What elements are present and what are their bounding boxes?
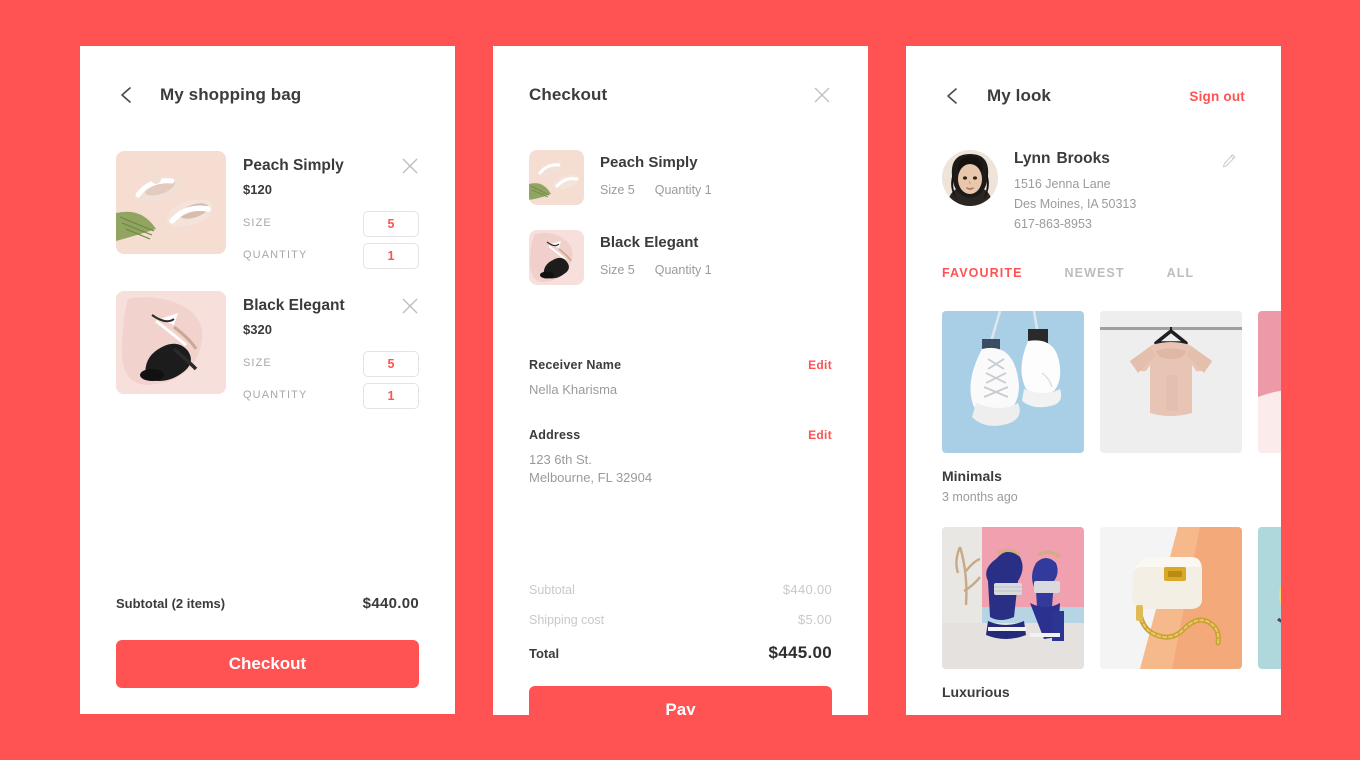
quantity-label: QUANTITY	[243, 249, 308, 261]
quantity-input[interactable]: 1	[363, 243, 419, 269]
page-title: My shopping bag	[160, 85, 302, 104]
receiver-name-header: Receiver Name Edit	[529, 358, 832, 372]
checkout-item-meta: Size 5 Quantity 1	[600, 183, 712, 197]
screen: My shopping bag Peach Simply $120 SIZE 5…	[0, 0, 1360, 760]
profile-name: Lynn Brooks	[1014, 150, 1110, 168]
profile-section: Lynn Brooks 1516 Jenna Lane Des Moines, I…	[942, 150, 1245, 231]
close-icon[interactable]	[401, 297, 419, 315]
checkout-line-item: Black Elegant Size 5 Quantity 1	[529, 230, 832, 285]
chevron-left-icon[interactable]	[116, 84, 138, 106]
product-thumbnail	[529, 150, 584, 205]
pay-button[interactable]: Pay	[529, 686, 832, 715]
size-input[interactable]: 5	[363, 351, 419, 377]
product-thumbnail[interactable]	[116, 291, 226, 394]
collection-image[interactable]	[942, 527, 1084, 669]
receiver-name-block: Receiver Name Edit Nella Kharisma	[529, 358, 832, 399]
shipping-cost-label: Shipping cost	[529, 613, 605, 627]
collection-row: Minimals 3 months ago	[942, 311, 1281, 506]
cart-item-name: Peach Simply	[243, 157, 344, 174]
page-title: My look	[987, 86, 1051, 105]
page-title: Checkout	[529, 85, 608, 104]
checkout-item-meta: Size 5 Quantity 1	[600, 263, 712, 277]
item-size: Size 5	[600, 183, 635, 197]
quantity-label: QUANTITY	[243, 389, 308, 401]
address-line-2: Melbourne, FL 32904	[529, 470, 653, 485]
first-name: Lynn	[1014, 150, 1051, 167]
sign-out-button[interactable]: Sign out	[1189, 89, 1245, 104]
size-label: SIZE	[243, 357, 272, 369]
my-look-panel: My look Sign out Lynn Brooks 1516 Jenna …	[906, 46, 1281, 715]
product-thumbnail	[529, 230, 584, 285]
address-header: Address Edit	[529, 428, 832, 442]
collection-title: Luxurious	[942, 684, 1010, 700]
shipping-cost-value: $5.00	[797, 612, 832, 627]
total-value: $445.00	[768, 643, 832, 662]
product-thumbnail[interactable]	[116, 151, 226, 254]
total-row: Total $445.00	[529, 643, 832, 663]
edit-address-button[interactable]: Edit	[808, 428, 832, 442]
bag-header: My shopping bag	[116, 84, 455, 106]
cart-item: Peach Simply $120 SIZE 5 QUANTITY 1	[116, 151, 419, 269]
checkout-item-name: Black Elegant	[600, 234, 699, 251]
collection-image[interactable]	[1100, 527, 1242, 669]
subtotal-value: $440.00	[362, 595, 419, 612]
address-value: 123 6th St. Melbourne, FL 32904	[529, 451, 832, 487]
profile-address-line-2: Des Moines, IA 50313	[1014, 197, 1137, 211]
cart-item-price: $320	[243, 322, 272, 337]
look-tabs: FAVOURITE NEWEST ALL	[942, 266, 1194, 280]
collection-images	[942, 527, 1281, 669]
profile-phone: 617-863-8953	[1014, 217, 1092, 231]
item-quantity: Quantity 1	[654, 263, 712, 277]
tab-all[interactable]: ALL	[1167, 266, 1195, 280]
cart-item-name: Black Elegant	[243, 297, 345, 314]
address-block: Address Edit 123 6th St. Melbourne, FL 3…	[529, 428, 832, 487]
subtotal-row: Subtotal (2 items) $440.00	[116, 595, 419, 612]
item-quantity: Quantity 1	[654, 183, 712, 197]
subtotal-row: Subtotal $440.00	[529, 582, 832, 597]
avatar[interactable]	[942, 150, 998, 206]
close-icon[interactable]	[812, 85, 832, 105]
profile-details: 1516 Jenna Lane Des Moines, IA 50313 617…	[1014, 174, 1136, 234]
item-size: Size 5	[600, 263, 635, 277]
cart-item-price: $120	[243, 182, 272, 197]
subtotal-value: $440.00	[782, 582, 832, 597]
address-line-1: 123 6th St.	[529, 452, 592, 467]
checkout-panel: Checkout Peach Simply Size 5 Quantity 1	[493, 46, 868, 715]
checkout-button[interactable]: Checkout	[116, 640, 419, 688]
collection-images	[942, 311, 1281, 453]
checkout-item-name: Peach Simply	[600, 154, 698, 171]
subtotal-label: Subtotal	[529, 583, 575, 597]
close-icon[interactable]	[401, 157, 419, 175]
profile-address-line-1: 1516 Jenna Lane	[1014, 177, 1111, 191]
pencil-icon[interactable]	[1221, 153, 1237, 169]
collection-image[interactable]	[942, 311, 1084, 453]
size-input[interactable]: 5	[363, 211, 419, 237]
look-header: My look Sign out	[942, 85, 1245, 107]
collection-date: 3 months ago	[942, 490, 1018, 504]
tab-favourite[interactable]: FAVOURITE	[942, 266, 1023, 280]
last-name: Brooks	[1056, 150, 1110, 167]
collection-image[interactable]	[1100, 311, 1242, 453]
collection-gallery: Minimals 3 months ago Luxurious	[942, 311, 1281, 715]
receiver-name-label: Receiver Name	[529, 358, 622, 372]
collection-row: Luxurious	[942, 527, 1281, 715]
checkout-line-item: Peach Simply Size 5 Quantity 1	[529, 150, 832, 205]
receiver-name-value: Nella Kharisma	[529, 382, 618, 397]
collection-title: Minimals	[942, 468, 1002, 484]
address-label: Address	[529, 428, 581, 442]
collection-image[interactable]	[1258, 527, 1281, 669]
shipping-cost-row: Shipping cost $5.00	[529, 612, 832, 627]
checkout-header: Checkout	[529, 85, 832, 105]
shopping-bag-panel: My shopping bag Peach Simply $120 SIZE 5…	[80, 46, 455, 714]
chevron-left-icon[interactable]	[942, 85, 964, 107]
collection-image[interactable]	[1258, 311, 1281, 453]
total-label: Total	[529, 646, 560, 661]
subtotal-label: Subtotal (2 items)	[116, 596, 226, 611]
size-label: SIZE	[243, 217, 272, 229]
quantity-input[interactable]: 1	[363, 383, 419, 409]
tab-newest[interactable]: NEWEST	[1065, 266, 1125, 280]
edit-receiver-button[interactable]: Edit	[808, 358, 832, 372]
cart-item: Black Elegant $320 SIZE 5 QUANTITY 1	[116, 291, 419, 409]
